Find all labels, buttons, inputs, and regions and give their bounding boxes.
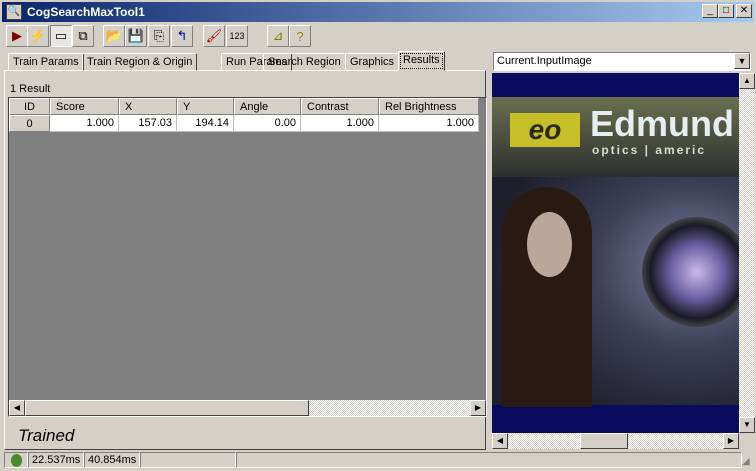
results-grid[interactable]: ID Score X Y Angle Contrast Rel Brightness 0 1.… xyxy=(8,97,487,417)
image-selector[interactable]: Current.InputImage ▼ xyxy=(493,52,751,71)
edit-tool-icon: ⊿ xyxy=(272,28,284,43)
save-as-button[interactable]: ⎘ xyxy=(148,25,170,47)
run-icon: ▶ xyxy=(12,28,22,43)
electric-button[interactable]: ⚡ xyxy=(27,25,49,47)
cell-y[interactable]: 194.14 xyxy=(177,115,234,132)
time-1: 22.537ms xyxy=(28,452,84,468)
tab-train-params[interactable]: Train Params xyxy=(8,53,84,71)
run-button[interactable]: ▶ xyxy=(6,25,28,47)
resize-grip-icon[interactable]: ◢ xyxy=(742,456,750,467)
help-icon: ? xyxy=(296,28,304,44)
image-horizontal-scrollbar[interactable]: ◀ ▶ xyxy=(492,433,739,449)
open-icon: 📂 xyxy=(105,28,123,43)
tab-train-region-origin[interactable]: Train Region & Origin xyxy=(82,53,198,71)
time-2: 40.854ms xyxy=(84,452,140,468)
clear-icon: 🖌 xyxy=(205,28,223,43)
numeric-display-icon: 123 xyxy=(229,31,245,41)
cell-id[interactable]: 0 xyxy=(9,115,50,132)
cell-score[interactable]: 1.000 xyxy=(50,115,119,132)
title-bar: 🔍 CogSearchMaxTool1 xyxy=(0,0,756,22)
status-pane xyxy=(140,452,236,468)
save-button[interactable]: 💾 xyxy=(125,25,147,47)
scroll-up-button[interactable]: ▲ xyxy=(739,73,755,89)
cell-contrast[interactable]: 1.000 xyxy=(301,115,379,132)
maximize-button[interactable]: □ xyxy=(718,4,734,18)
tab-results[interactable]: Results xyxy=(398,51,445,71)
image-selector-value: Current.InputImage xyxy=(497,55,592,67)
cell-x[interactable]: 157.03 xyxy=(119,115,177,132)
minimize-button[interactable]: _ xyxy=(702,4,718,18)
column-header-y[interactable]: Y xyxy=(177,98,234,115)
status-indicator xyxy=(10,454,22,467)
floating-window-button[interactable]: ⧉ xyxy=(72,25,94,47)
brand-subtext: optics | americ xyxy=(592,143,707,157)
image-vertical-scrollbar[interactable]: ▲ ▼ xyxy=(739,73,755,433)
show-controls-icon: ▭ xyxy=(54,28,68,43)
floating-window-icon: ⧉ xyxy=(78,28,88,43)
column-header-x[interactable]: X xyxy=(119,98,177,115)
show-controls-button[interactable]: ▭ xyxy=(50,25,72,47)
scroll-right-button[interactable]: ▶ xyxy=(723,433,739,449)
scroll-thumb[interactable] xyxy=(25,400,309,416)
status-pane-wide xyxy=(236,452,742,468)
app-icon: 🔍 xyxy=(6,4,22,20)
column-header-angle[interactable]: Angle xyxy=(234,98,301,115)
tab-search-region[interactable]: Search Region xyxy=(263,53,346,71)
reset-button[interactable]: ↰ xyxy=(171,25,193,47)
dropdown-arrow-icon[interactable]: ▼ xyxy=(734,53,750,69)
scroll-down-button[interactable]: ▼ xyxy=(739,417,755,433)
edit-tool-button[interactable]: ⊿ xyxy=(267,25,289,47)
column-header-id[interactable]: ID xyxy=(9,98,50,115)
tab-graphics[interactable]: Graphics xyxy=(345,53,400,71)
electric-icon: ⚡ xyxy=(29,28,47,43)
window-title: CogSearchMaxTool1 xyxy=(27,5,145,19)
scroll-track[interactable] xyxy=(309,400,470,416)
face xyxy=(527,212,572,277)
help-button[interactable]: ? xyxy=(289,25,311,47)
clear-button[interactable]: 🖌 xyxy=(203,25,225,47)
column-header-contrast[interactable]: Contrast xyxy=(301,98,379,115)
image-display[interactable]: eo Edmund optics | americ xyxy=(492,73,739,433)
scroll-right-button[interactable]: ▶ xyxy=(470,400,486,416)
save-as-icon: ⎘ xyxy=(153,28,165,43)
column-header-score[interactable]: Score xyxy=(50,98,119,115)
brand-logo: eo xyxy=(510,113,580,147)
input-image: eo Edmund optics | americ xyxy=(492,97,739,407)
grid-horizontal-scrollbar[interactable]: ◀ ▶ xyxy=(9,400,486,416)
scroll-left-button[interactable]: ◀ xyxy=(9,400,25,416)
cell-rel-brightness[interactable]: 1.000 xyxy=(379,115,479,132)
scroll-thumb[interactable] xyxy=(580,433,628,449)
lens xyxy=(642,217,739,327)
result-count: 1 Result xyxy=(10,83,51,95)
cell-angle[interactable]: 0.00 xyxy=(234,115,301,132)
scroll-left-button[interactable]: ◀ xyxy=(492,433,508,449)
status-label: Trained xyxy=(18,426,75,445)
brand-text: Edmund xyxy=(590,103,734,144)
save-icon: 💾 xyxy=(127,28,145,43)
column-header-rel-brightness[interactable]: Rel Brightness xyxy=(379,98,479,115)
open-button[interactable]: 📂 xyxy=(103,25,125,47)
numeric-display-button[interactable]: 123 xyxy=(226,25,248,47)
close-button[interactable]: ✕ xyxy=(736,4,752,18)
reset-icon: ↰ xyxy=(176,28,188,43)
